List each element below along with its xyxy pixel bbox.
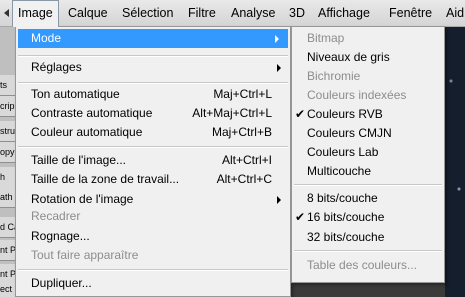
- panel-tab[interactable]: ts: [0, 75, 15, 96]
- menu-item-recadrer: Recadrer: [16, 207, 290, 226]
- menu-3d[interactable]: 3D: [284, 0, 310, 26]
- submenu-item-couleurs-rvb[interactable]: ✔ Couleurs RVB: [292, 105, 444, 124]
- menu-fenetre[interactable]: Fenêtre: [384, 0, 437, 26]
- menu-analyse[interactable]: Analyse: [226, 0, 280, 26]
- menu-item-label: Niveaux de gris: [307, 50, 390, 64]
- panel-tab[interactable]: ect: [0, 279, 15, 297]
- menu-item-reglages[interactable]: Réglages: [16, 58, 290, 77]
- menu-item-taille-image[interactable]: Taille de l'image... Alt+Ctrl+I: [16, 151, 290, 170]
- menu-item-contraste-auto[interactable]: Contraste automatique Alt+Maj+Ctrl+L: [16, 104, 290, 123]
- menu-item-label: Ton automatique: [31, 87, 120, 101]
- mode-submenu: Bitmap Niveaux de gris Bichromie Couleur…: [291, 26, 445, 283]
- menu-item-label: Taille de la zone de travail...: [31, 172, 180, 186]
- menu-item-label: Bitmap: [307, 31, 345, 45]
- separator: [18, 269, 288, 271]
- menu-item-label: Couleurs Lab: [307, 145, 379, 159]
- shortcut: Maj+Ctrl+L: [213, 87, 272, 101]
- shortcut: Maj+Ctrl+B: [211, 125, 272, 139]
- submenu-item-bitmap: Bitmap: [292, 29, 444, 48]
- chevron-left-icon[interactable]: [0, 0, 12, 26]
- left-panel: ts crip stru opy h ath d Ca nt P nt P ec…: [0, 27, 15, 297]
- menu-item-label: 32 bits/couche: [307, 230, 385, 244]
- panel-tab[interactable]: h: [0, 167, 15, 188]
- submenu-item-16bits[interactable]: ✔ 16 bits/couche: [292, 208, 444, 227]
- menu-item-label: Couleur automatique: [31, 125, 143, 139]
- menu-item-label: Couleurs CMJN: [307, 126, 392, 140]
- panel-tab[interactable]: nt P: [0, 240, 15, 261]
- menu-item-label: Mode: [31, 31, 62, 45]
- shortcut: Alt+Maj+Ctrl+L: [192, 106, 272, 120]
- separator: [18, 82, 288, 84]
- menu-item-label: Rognage...: [31, 229, 90, 243]
- image-canvas: [445, 27, 465, 297]
- menu-filtre[interactable]: Filtre: [183, 0, 221, 26]
- menu-item-taille-zone[interactable]: Taille de la zone de travail... Alt+Ctrl…: [16, 170, 290, 189]
- menu-bar: Image Calque Sélection Filtre Analyse 3D…: [0, 0, 465, 27]
- menu-item-label: Couleurs RVB: [307, 107, 383, 121]
- submenu-item-multicouche[interactable]: Multicouche: [292, 162, 444, 181]
- menu-image[interactable]: Image: [12, 0, 59, 27]
- submenu-item-8bits[interactable]: 8 bits/couche: [292, 189, 444, 208]
- submenu-item-couleurs-indexees: Couleurs indexées: [292, 86, 444, 105]
- menu-item-ton-auto[interactable]: Ton automatique Maj+Ctrl+L: [16, 85, 290, 104]
- menu-item-label: Tout faire apparaître: [31, 248, 139, 262]
- menu-item-label: Multicouche: [307, 164, 372, 178]
- separator: [294, 250, 442, 252]
- panel-tab[interactable]: crip: [0, 96, 15, 117]
- menu-item-label: 16 bits/couche: [307, 210, 385, 224]
- menu-item-mode[interactable]: Mode: [18, 29, 288, 48]
- menu-item-label: Taille de l'image...: [31, 153, 127, 167]
- submenu-arrow-icon: [275, 35, 279, 43]
- panel-tab[interactable]: stru: [0, 121, 15, 142]
- menu-item-tout-faire: Tout faire apparaître: [16, 246, 290, 265]
- menu-selection[interactable]: Sélection: [117, 0, 178, 26]
- separator: [18, 146, 288, 148]
- menu-item-label: Réglages: [31, 60, 82, 74]
- checkmark-icon: ✔: [295, 107, 306, 121]
- menu-affichage[interactable]: Affichage: [313, 0, 375, 26]
- menu-item-label: Dupliquer...: [31, 276, 92, 290]
- menu-item-label: Recadrer: [31, 209, 81, 223]
- submenu-item-table-couleurs: Table des couleurs...: [292, 256, 444, 275]
- menu-item-couleur-auto[interactable]: Couleur automatique Maj+Ctrl+B: [16, 123, 290, 142]
- menu-aide[interactable]: Aid: [441, 0, 465, 26]
- submenu-item-couleurs-lab[interactable]: Couleurs Lab: [292, 143, 444, 162]
- menu-calque[interactable]: Calque: [63, 0, 113, 26]
- menu-item-dupliquer[interactable]: Dupliquer...: [16, 274, 290, 293]
- menu-item-label: Bichromie: [307, 69, 361, 83]
- separator: [294, 184, 442, 186]
- submenu-item-couleurs-cmjn[interactable]: Couleurs CMJN: [292, 124, 444, 143]
- image-menu: Mode Réglages Ton automatique Maj+Ctrl+L…: [15, 26, 291, 297]
- panel-tab[interactable]: ath: [0, 187, 15, 208]
- checkmark-icon: ✔: [295, 210, 306, 224]
- menu-item-label: Contraste automatique: [31, 106, 153, 120]
- separator: [18, 55, 288, 57]
- menu-item-label: Table des couleurs...: [307, 258, 418, 272]
- submenu-arrow-icon: [277, 196, 281, 204]
- shortcut: Alt+Ctrl+I: [221, 153, 272, 167]
- shortcut: Alt+Ctrl+C: [216, 172, 272, 186]
- panel-tab[interactable]: d Ca: [0, 217, 15, 238]
- submenu-arrow-icon: [277, 64, 281, 72]
- submenu-item-bichromie: Bichromie: [292, 67, 444, 86]
- menu-item-label: 8 bits/couche: [307, 191, 378, 205]
- menu-item-label: Couleurs indexées: [307, 88, 407, 102]
- submenu-item-32bits[interactable]: 32 bits/couche: [292, 228, 444, 247]
- panel-tab[interactable]: opy: [0, 142, 15, 163]
- menu-item-rognage[interactable]: Rognage...: [16, 227, 290, 246]
- submenu-item-niveaux-gris[interactable]: Niveaux de gris: [292, 48, 444, 67]
